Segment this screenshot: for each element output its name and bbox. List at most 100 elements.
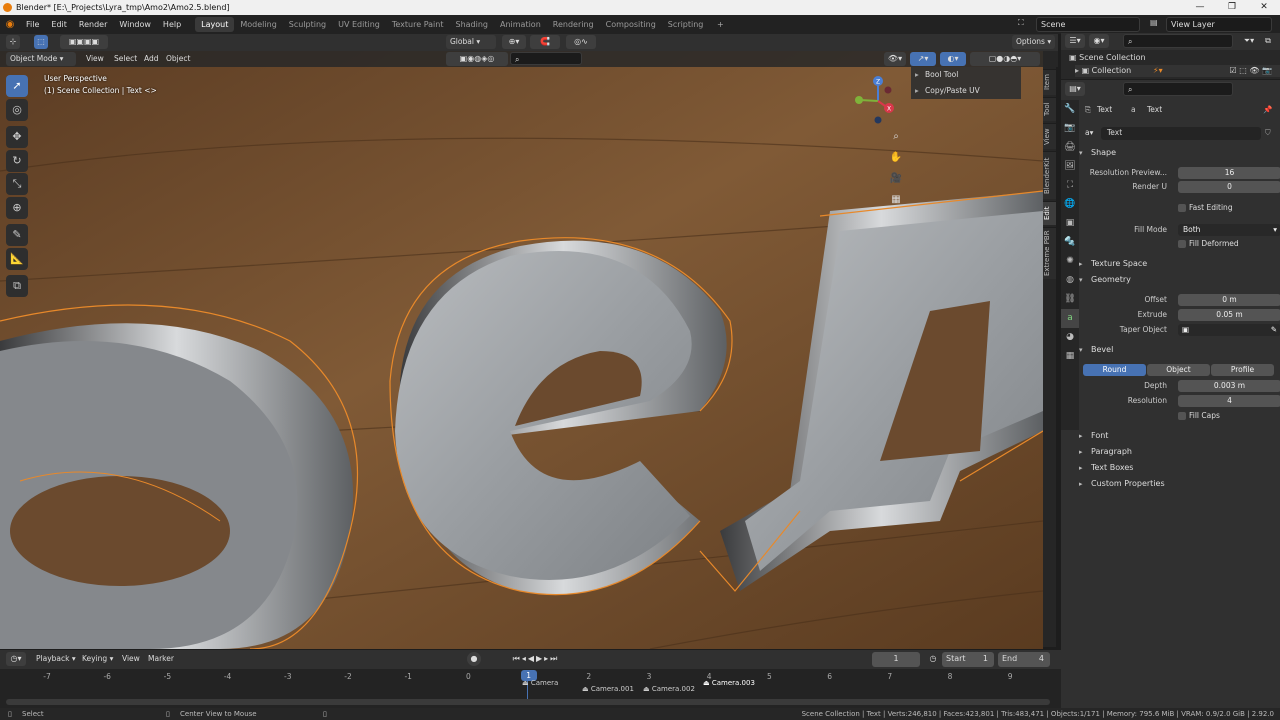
outliner-search-field[interactable]: ⌕ [1123, 34, 1233, 48]
datablock-selector[interactable]: a▾ Text ⛉ [1081, 127, 1277, 140]
view-layer-selector[interactable]: View Layer [1166, 17, 1272, 32]
blender-menu-icon[interactable]: ◉ [0, 19, 20, 30]
world-tab-icon[interactable]: 🌐 [1061, 195, 1079, 214]
navigation-gizmo[interactable]: Z X [853, 76, 903, 126]
scene-selector[interactable]: Scene [1036, 17, 1140, 32]
physics-tab-icon[interactable]: ◍ [1061, 271, 1079, 290]
overlay-toggle-icon[interactable]: ◐▾ [940, 52, 966, 66]
tab-extreme-pbr[interactable]: Extreme PBR [1043, 227, 1056, 279]
output-tab-icon[interactable]: 🖨 [1061, 138, 1079, 157]
tab-scripting[interactable]: Scripting [662, 17, 710, 32]
tab-layout[interactable]: Layout [195, 17, 235, 32]
resolution-preview-field[interactable]: 16 [1178, 167, 1280, 179]
visibility-toggles[interactable]: ☑ ⬚ 👁 📷 [1230, 65, 1272, 77]
transform-orientation-dropdown[interactable]: Global ▾ [446, 35, 496, 49]
mode-dropdown[interactable]: Object Mode ▾ [6, 52, 76, 66]
texture-space-section-header[interactable]: Texture Space [1079, 257, 1147, 271]
tab-blenderkit[interactable]: BlenderKit [1043, 151, 1056, 199]
select-menu[interactable]: Select [110, 52, 141, 66]
3d-viewport[interactable]: User Perspective (1) Scene Collection | … [0, 51, 1043, 649]
playback-controls[interactable]: ⏮◂◀▶▸⏭ [496, 652, 576, 666]
viewport-search-field[interactable]: ⌕ [510, 52, 582, 65]
datablock-type-icon[interactable]: a▾ [1085, 127, 1093, 139]
select-tool-icon[interactable]: ➚ [6, 75, 28, 97]
visibility-icon[interactable]: 👁▾ [884, 52, 906, 66]
view-layer-icon[interactable]: ▤ [1150, 18, 1158, 27]
add-menu[interactable]: Add [140, 52, 163, 66]
menu-edit[interactable]: Edit [45, 15, 73, 34]
tab-edit[interactable]: Edit [1043, 201, 1056, 225]
current-frame-field[interactable]: 1 [872, 652, 920, 667]
tab-sculpting[interactable]: Sculpting [283, 17, 332, 32]
maximize-button[interactable]: ❐ [1216, 0, 1248, 15]
timeline-view-menu[interactable]: View [118, 652, 144, 666]
shape-section-header[interactable]: Shape [1079, 146, 1116, 160]
marker-camera-003[interactable]: ⏏ Camera.003 [703, 679, 755, 687]
marker-camera[interactable]: ⏏ Camera [522, 679, 558, 687]
start-frame-field[interactable]: Start 1 [942, 652, 994, 667]
render-tab-icon[interactable]: 📷 [1061, 119, 1079, 138]
view-layer-tab-icon[interactable]: 🖼 [1061, 157, 1079, 176]
offset-field[interactable]: 0 m [1178, 294, 1280, 306]
gizmo-toggle-icon[interactable]: ↗▾ [910, 52, 936, 66]
snap-icon[interactable]: 🧲 [530, 35, 560, 49]
taper-object-field[interactable]: ▣ ✎ [1178, 324, 1280, 336]
options-dropdown[interactable]: Options ▾ [1012, 35, 1056, 49]
fast-editing-checkbox[interactable] [1178, 204, 1186, 212]
paragraph-section-header[interactable]: Paragraph [1079, 445, 1132, 459]
shading-mode-icons[interactable]: ▢●◑◓▾ [970, 52, 1040, 66]
tool-tab-icon[interactable]: 🔧 [1061, 100, 1079, 119]
data-tab-icon[interactable]: a [1061, 309, 1079, 328]
move-tool-icon[interactable]: ✥ [6, 126, 28, 148]
bevel-section-header[interactable]: Bevel [1079, 343, 1113, 357]
tab-item[interactable]: Item [1043, 69, 1056, 95]
constraints-tab-icon[interactable]: ⛓ [1061, 290, 1079, 309]
pan-hand-icon[interactable]: ✋ [887, 149, 905, 167]
tab-view[interactable]: View [1043, 123, 1056, 149]
geometry-section-header[interactable]: Geometry [1079, 273, 1131, 287]
properties-editor-icon[interactable]: ▤▾ [1065, 82, 1085, 96]
bevel-mode-profile[interactable]: Profile [1211, 364, 1274, 376]
add-cube-tool-icon[interactable]: ⧉ [6, 275, 28, 297]
bevel-mode-round[interactable]: Round [1083, 364, 1146, 376]
menu-render[interactable]: Render [73, 15, 113, 34]
fill-mode-dropdown[interactable]: Both ▾ [1178, 224, 1280, 236]
marker-camera-001[interactable]: ⏏ Camera.001 [582, 685, 634, 693]
marker-camera-002[interactable]: ⏏ Camera.002 [643, 685, 695, 693]
custom-properties-section-header[interactable]: Custom Properties [1079, 477, 1165, 491]
tab-animation[interactable]: Animation [494, 17, 547, 32]
scale-tool-icon[interactable]: ⤡ [6, 173, 28, 195]
marker-menu[interactable]: Marker [144, 652, 178, 666]
fill-caps-checkbox[interactable] [1178, 412, 1186, 420]
tab-texture-paint[interactable]: Texture Paint [386, 17, 450, 32]
bevel-mode-object[interactable]: Object [1147, 364, 1210, 376]
playback-menu[interactable]: Playback ▾ [32, 652, 80, 666]
tab-tool[interactable]: Tool [1043, 97, 1056, 121]
ortho-toggle-icon[interactable]: ▦ [887, 191, 905, 209]
object-menu[interactable]: Object [162, 52, 194, 66]
copy-paste-uv-panel[interactable]: Copy/Paste UV [911, 83, 1021, 99]
datablock-name-field[interactable]: Text [1101, 127, 1261, 140]
texture-tab-icon[interactable]: ▦ [1061, 347, 1079, 366]
scene-tab-icon[interactable]: ⛶ [1061, 176, 1079, 195]
view-menu[interactable]: View [82, 52, 108, 66]
clock-icon[interactable]: ◷ [926, 652, 940, 666]
properties-search-field[interactable]: ⌕ [1123, 82, 1233, 96]
pivot-icon[interactable]: ⊕▾ [502, 35, 526, 49]
annotate-tool-icon[interactable]: ✎ [6, 224, 28, 246]
add-workspace-button[interactable]: + [713, 18, 727, 32]
minimize-button[interactable]: — [1184, 0, 1216, 15]
material-tab-icon[interactable]: ◕ [1061, 328, 1079, 347]
timeline-editor-icon[interactable]: ◷▾ [6, 652, 26, 666]
modifier-tab-icon[interactable]: 🔩 [1061, 233, 1079, 252]
font-section-header[interactable]: Font [1079, 429, 1108, 443]
render-u-field[interactable]: 0 [1178, 181, 1280, 193]
object-tab-icon[interactable]: ▣ [1061, 214, 1079, 233]
bevel-depth-field[interactable]: 0.003 m [1178, 380, 1280, 392]
zoom-icon[interactable]: ⌕ [887, 128, 905, 146]
selection-mode-icons[interactable]: ▣▣▣▣ [60, 35, 108, 49]
fake-user-icon[interactable]: ⛉ [1265, 127, 1271, 139]
text-boxes-section-header[interactable]: Text Boxes [1079, 461, 1133, 475]
transform-tool-icon[interactable]: ⊕ [6, 196, 28, 219]
scene-icon[interactable]: ⛶ [1018, 18, 1024, 28]
